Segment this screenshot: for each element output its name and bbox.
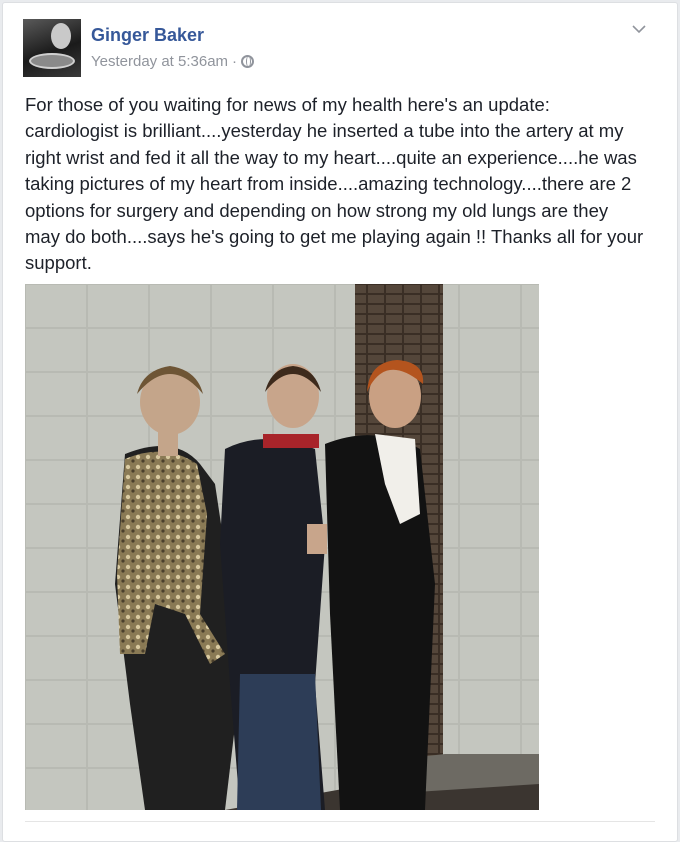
photo-illustration xyxy=(25,284,539,810)
author-name-link[interactable]: Ginger Baker xyxy=(91,25,204,46)
avatar-drum-shape xyxy=(29,53,75,69)
post-footer-divider xyxy=(25,821,655,822)
post-card: Ginger Baker Yesterday at 5:36am · For t… xyxy=(2,2,678,842)
post-timestamp[interactable]: Yesterday at 5:36am xyxy=(91,53,228,70)
post-meta: Yesterday at 5:36am · xyxy=(91,53,255,70)
avatar-face-shape xyxy=(51,23,71,49)
chevron-down-icon[interactable] xyxy=(631,21,647,37)
meta-separator: · xyxy=(232,53,238,70)
author-avatar[interactable] xyxy=(23,19,81,77)
post-text: For those of you waiting for news of my … xyxy=(25,94,644,274)
globe-icon[interactable] xyxy=(241,55,255,68)
post-photo[interactable] xyxy=(25,284,539,810)
